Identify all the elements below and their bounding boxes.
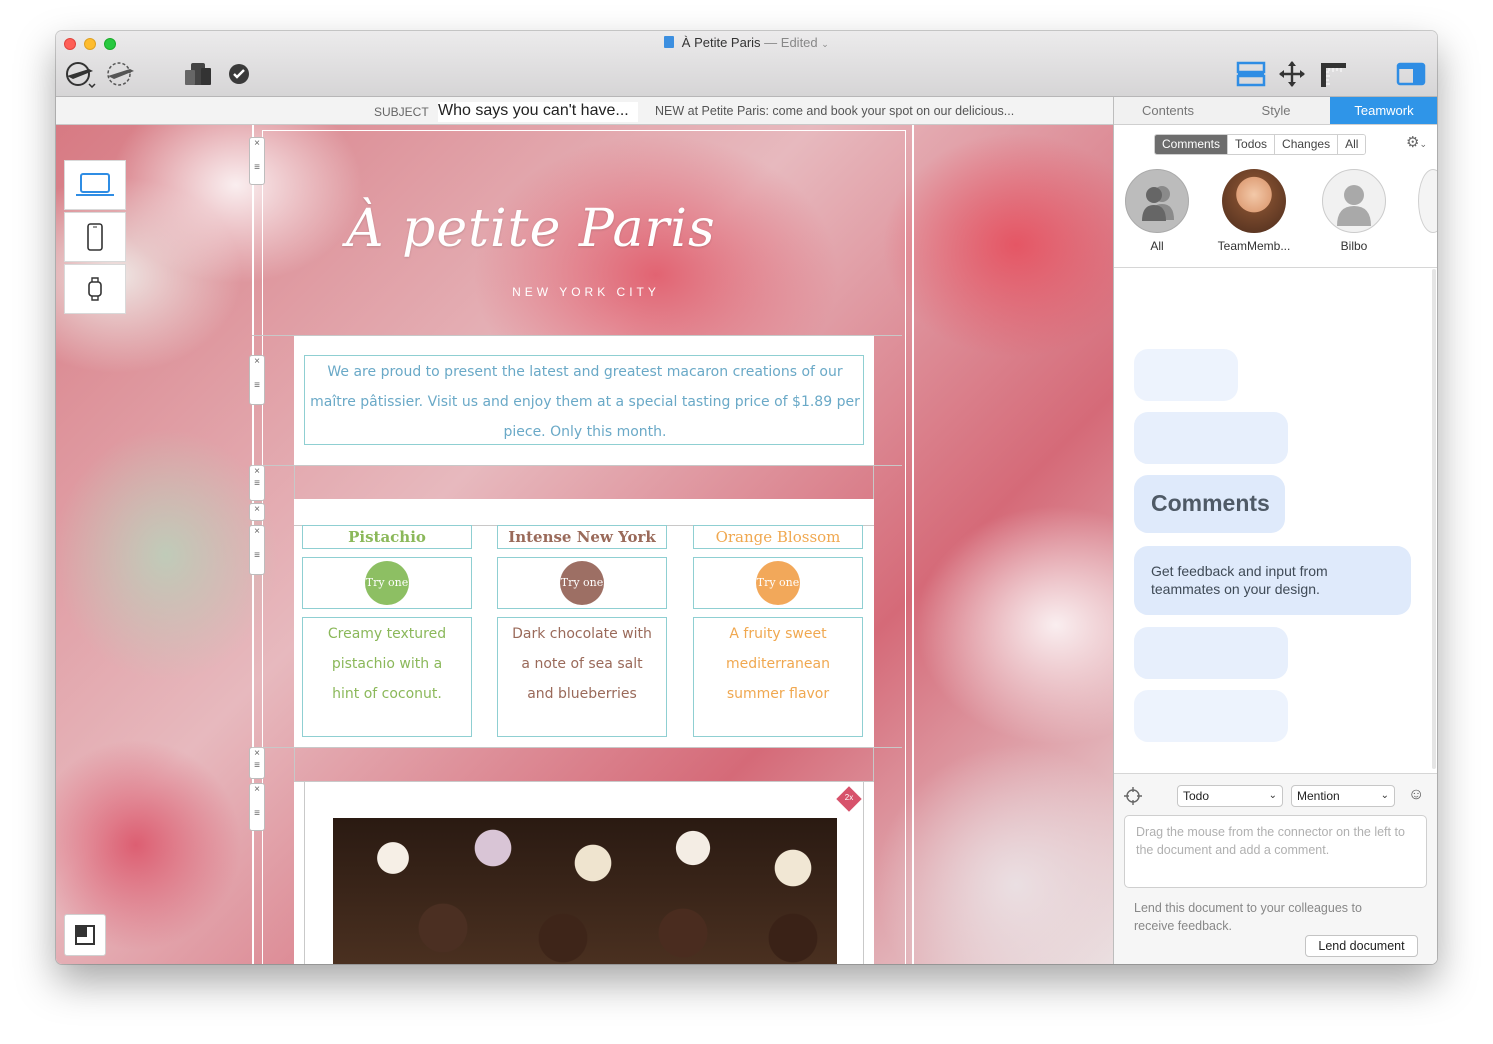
fit-toggle-icon bbox=[75, 925, 95, 945]
avatar bbox=[1222, 169, 1286, 233]
send-icon[interactable] bbox=[102, 59, 138, 89]
todo-select-value: Todo bbox=[1183, 789, 1210, 803]
layout-icon[interactable] bbox=[1234, 59, 1268, 89]
spacer-section bbox=[294, 465, 874, 499]
todo-select[interactable]: Todo ⌄ bbox=[1177, 785, 1283, 807]
window-toolbar: À Petite Paris — Edited ⌄ bbox=[56, 31, 1437, 97]
section-handle[interactable]: × ≡ bbox=[249, 137, 265, 185]
filter-all[interactable]: All bbox=[1338, 135, 1366, 154]
spacer-section bbox=[294, 747, 874, 781]
retina-badge-label: 2x bbox=[844, 793, 854, 802]
card-description[interactable]: Creamy textured pistachio with a hint of… bbox=[318, 619, 456, 709]
dessert-image[interactable] bbox=[333, 818, 837, 964]
preheader-input[interactable]: NEW at Petite Paris: come and book your … bbox=[655, 104, 1014, 118]
placeholder-bubble bbox=[1134, 412, 1288, 464]
tab-style[interactable]: Style bbox=[1222, 97, 1330, 124]
filter-comments[interactable]: Comments bbox=[1155, 135, 1229, 154]
group-avatar-icon bbox=[1125, 169, 1189, 233]
comment-placeholder: Drag the mouse from the connector on the… bbox=[1136, 825, 1405, 857]
tab-teamwork[interactable]: Teamwork bbox=[1330, 97, 1437, 124]
logo: À petite Paris bbox=[346, 199, 716, 259]
products-section[interactable]: Pistachio Try one Creamy textured pistac… bbox=[294, 499, 874, 747]
card-description[interactable]: Dark chocolate with a note of sea salt a… bbox=[507, 619, 657, 709]
phone-icon bbox=[87, 223, 103, 251]
user-avatar-icon bbox=[1322, 169, 1386, 233]
settings-gear-icon[interactable]: ⚙⌄ bbox=[1406, 133, 1427, 151]
comments-heading-bubble: Comments bbox=[1134, 475, 1285, 533]
window-title-area: À Petite Paris — Edited ⌄ bbox=[56, 35, 1437, 50]
member-name: TeamMemb... bbox=[1217, 239, 1291, 253]
subject-bar: SUBJECT Who says you can't have... NEW a… bbox=[56, 97, 1113, 125]
member-partial[interactable] bbox=[1418, 169, 1437, 233]
card-title[interactable]: Pistachio bbox=[302, 526, 472, 548]
comments-heading: Comments bbox=[1151, 490, 1270, 516]
chevron-down-icon: ⌄ bbox=[1380, 790, 1389, 801]
member-all[interactable]: All bbox=[1107, 169, 1207, 253]
section-handle[interactable]: × ≡ bbox=[249, 747, 265, 779]
card-title[interactable]: Orange Blossom bbox=[693, 526, 863, 548]
member-bilbo[interactable]: Bilbo bbox=[1304, 169, 1404, 253]
panel-scrollbar[interactable] bbox=[1432, 269, 1436, 769]
app-window: À Petite Paris — Edited ⌄ SUBJECT Who sa… bbox=[56, 31, 1437, 964]
chevron-down-icon[interactable]: ⌄ bbox=[821, 39, 829, 49]
placeholder-bubble bbox=[1134, 690, 1288, 742]
document-icon bbox=[664, 36, 675, 48]
filter-todos[interactable]: Todos bbox=[1228, 135, 1276, 154]
lend-text: Lend this document to your colleagues to… bbox=[1134, 901, 1362, 933]
card-title[interactable]: Intense New York bbox=[497, 526, 667, 548]
comments-description: Get feedback and input from teammates on… bbox=[1151, 563, 1328, 597]
window-title: À Petite Paris bbox=[681, 35, 761, 50]
lend-button-label: Lend document bbox=[1318, 939, 1405, 953]
comment-composer: Todo ⌄ Mention ⌄ ☺ Drag the mouse from t… bbox=[1114, 773, 1437, 964]
send-test-icon[interactable] bbox=[62, 59, 98, 89]
member-name: Bilbo bbox=[1340, 239, 1368, 253]
member-name: All bbox=[1150, 239, 1164, 253]
comments-description-bubble: Get feedback and input from teammates on… bbox=[1134, 546, 1411, 615]
chevron-down-icon: ⌄ bbox=[1268, 790, 1277, 801]
lend-document-button[interactable]: Lend document bbox=[1305, 935, 1418, 957]
edited-status[interactable]: — Edited bbox=[764, 35, 817, 50]
emoji-icon[interactable]: ☺ bbox=[1408, 786, 1424, 804]
design-canvas[interactable]: À petite Paris NEW YORK CITY × ≡ × ≡ × ≡ × … bbox=[56, 125, 1113, 964]
section-handle[interactable]: × bbox=[249, 503, 265, 521]
comment-filter: Comments Todos Changes All bbox=[1154, 134, 1367, 155]
check-icon[interactable] bbox=[226, 61, 252, 87]
intro-text[interactable]: We are proud to present the latest and g… bbox=[306, 357, 864, 447]
card-description[interactable]: A fruity sweet mediterranean summer flav… bbox=[714, 619, 842, 709]
section-handle[interactable]: × ≡ bbox=[249, 465, 265, 501]
section-handle[interactable]: × ≡ bbox=[249, 525, 265, 575]
section-handle[interactable]: × ≡ bbox=[249, 355, 265, 405]
try-one-button[interactable]: Try one bbox=[365, 561, 409, 605]
watch-preview-button[interactable] bbox=[64, 264, 126, 314]
teamwork-panel: Contents Style Teamwork Comments Todos C… bbox=[1113, 97, 1437, 964]
crosshair-icon[interactable] bbox=[1124, 787, 1142, 805]
laptop-icon bbox=[76, 173, 114, 196]
placeholder-bubble bbox=[1134, 627, 1288, 679]
member-teammember[interactable]: TeamMemb... bbox=[1204, 169, 1304, 253]
section-divider bbox=[252, 335, 902, 336]
watch-icon bbox=[88, 277, 102, 301]
mobile-preview-button[interactable] bbox=[64, 212, 126, 262]
tab-contents[interactable]: Contents bbox=[1114, 97, 1222, 124]
devices-preview-icon[interactable] bbox=[180, 59, 216, 89]
ruler-icon[interactable] bbox=[1316, 59, 1350, 89]
members-divider bbox=[1114, 267, 1437, 268]
subject-label: SUBJECT bbox=[374, 105, 429, 119]
comment-input[interactable]: Drag the mouse from the connector on the… bbox=[1124, 815, 1427, 888]
panel-tabs: Contents Style Teamwork bbox=[1114, 97, 1437, 125]
move-icon[interactable] bbox=[1276, 59, 1308, 89]
panel-toggle-icon[interactable] bbox=[1394, 59, 1428, 89]
subject-input[interactable]: Who says you can't have... bbox=[438, 102, 638, 122]
section-handle[interactable]: × ≡ bbox=[249, 783, 265, 831]
intro-section[interactable]: We are proud to present the latest and g… bbox=[294, 335, 874, 465]
filter-changes[interactable]: Changes bbox=[1275, 135, 1339, 154]
mention-select[interactable]: Mention ⌄ bbox=[1291, 785, 1395, 807]
desktop-preview-button[interactable] bbox=[64, 160, 126, 210]
try-one-button[interactable]: Try one bbox=[560, 561, 604, 605]
fit-toggle-button[interactable] bbox=[64, 914, 106, 956]
placeholder-bubble bbox=[1134, 349, 1238, 401]
try-one-button[interactable]: Try one bbox=[756, 561, 800, 605]
city-subtitle: NEW YORK CITY bbox=[512, 285, 660, 299]
mention-select-value: Mention bbox=[1297, 789, 1340, 803]
